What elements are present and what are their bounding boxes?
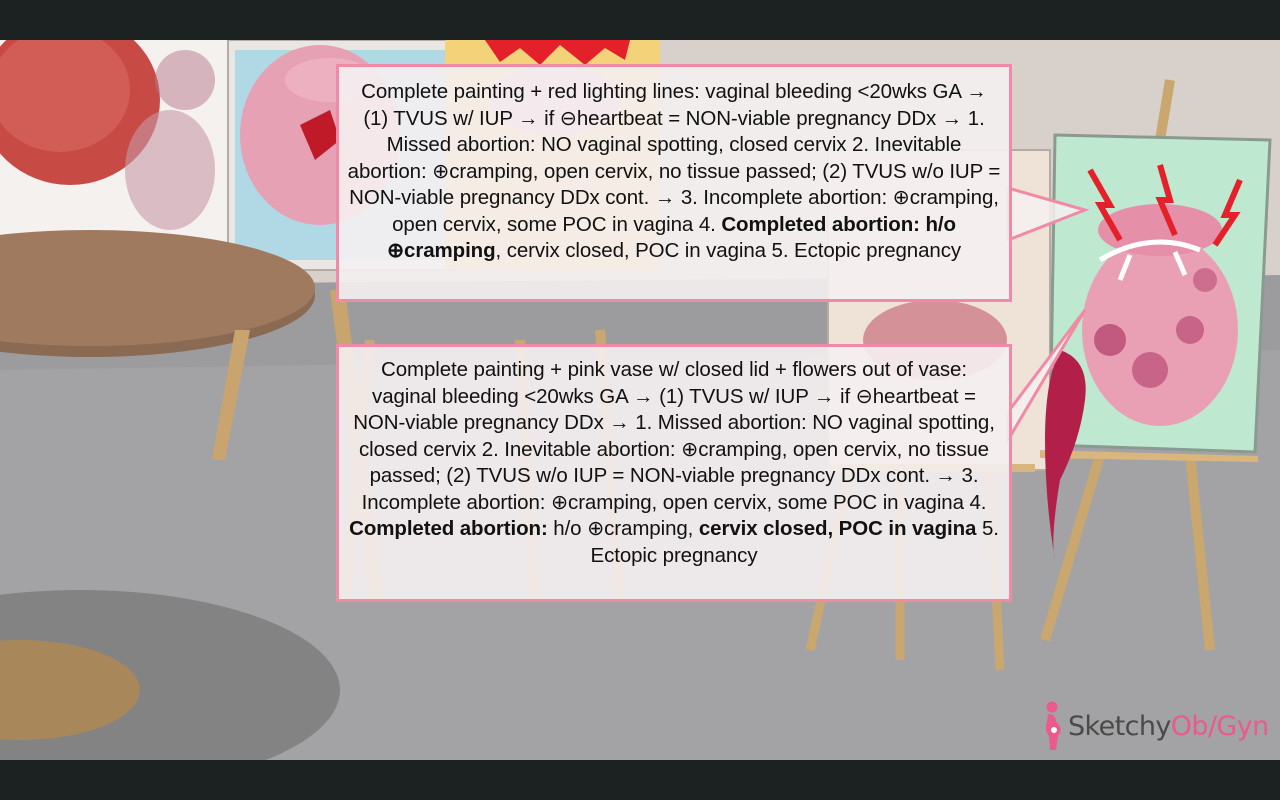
callout-top: Complete painting + red lighting lines: … (336, 64, 1012, 302)
logo-text: SketchyOb/Gyn (1068, 711, 1269, 742)
logo-text-obgyn: Ob/Gyn (1170, 711, 1270, 742)
callout-bottom-bold-1: Completed abortion: (349, 517, 548, 540)
callout-bottom: Complete painting + pink vase w/ closed … (336, 344, 1012, 602)
sketchy-logo: SketchyOb/Gyn (1036, 700, 1276, 752)
left-painting (0, 40, 232, 250)
logo-text-sketchy: Sketchy (1068, 711, 1171, 742)
callout-bottom-text-2: h/o ⊕cramping, (547, 517, 699, 540)
pregnant-figure-icon (1045, 701, 1061, 750)
callout-bottom-bold-2: cervix closed, POC in vagina (698, 517, 977, 540)
letterbox-bottom (0, 760, 1280, 800)
letterbox-top (0, 0, 1280, 40)
art-gallery-scene: Complete painting + red lighting lines: … (0, 40, 1280, 760)
callout-top-text-2: , cervix closed, POC in vagina 5. Ectopi… (495, 239, 962, 262)
callout-bottom-text-1: Complete painting + pink vase w/ closed … (353, 358, 995, 514)
